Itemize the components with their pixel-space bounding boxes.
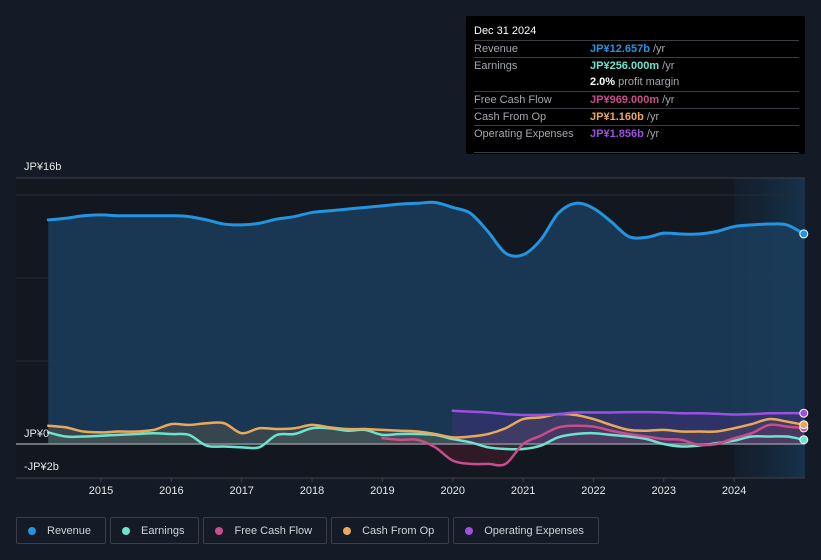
y-tick-label-top: JP¥16b bbox=[24, 161, 61, 173]
tooltip-value: JP¥1.856b /yr bbox=[590, 128, 660, 140]
tooltip-value: JP¥256.000m /yr bbox=[590, 60, 675, 72]
tooltip-value: JP¥969.000m /yr bbox=[590, 94, 675, 106]
tooltip-row-earnings: Earnings JP¥256.000m /yr bbox=[474, 57, 799, 75]
tooltip-label: Cash From Op bbox=[474, 111, 547, 123]
legend-label: Free Cash Flow bbox=[234, 524, 313, 537]
revenue-area bbox=[48, 202, 804, 444]
tooltip-label: Revenue bbox=[474, 43, 519, 55]
x-tick-label: 2023 bbox=[652, 485, 676, 497]
x-tick-label: 2017 bbox=[229, 485, 253, 497]
tooltip-label: Earnings bbox=[474, 60, 518, 72]
tooltip-date: Dec 31 2024 bbox=[474, 25, 537, 37]
earnings-dot-icon bbox=[122, 526, 131, 535]
tooltip-row-free-cash-flow: Free Cash Flow JP¥969.000m /yr bbox=[474, 91, 799, 109]
tooltip-row-profit-margin: 2.0% profit margin bbox=[474, 74, 799, 91]
x-tick-label: 2018 bbox=[300, 485, 324, 497]
legend-label: Cash From Op bbox=[362, 524, 435, 537]
operating-expenses-dot-icon bbox=[465, 526, 474, 535]
tooltip-divider bbox=[474, 152, 799, 153]
x-tick-label: 2022 bbox=[581, 485, 605, 497]
tooltip-value: JP¥1.160b /yr bbox=[590, 111, 660, 123]
x-tick-label: 2020 bbox=[441, 485, 465, 497]
tooltip-row-revenue: Revenue JP¥12.657b /yr bbox=[474, 40, 799, 58]
tooltip-value: JP¥12.657b /yr bbox=[590, 43, 666, 55]
tooltip-value: 2.0% profit margin bbox=[590, 76, 680, 88]
operating-expenses-end-marker bbox=[799, 408, 809, 418]
legend-label: Revenue bbox=[47, 524, 92, 537]
earnings-end-marker bbox=[799, 435, 809, 445]
tooltip-label: Operating Expenses bbox=[474, 128, 574, 140]
revenue-end-marker bbox=[799, 229, 809, 239]
data-tooltip: Dec 31 2024 Revenue JP¥12.657b /yr Earni… bbox=[466, 16, 805, 154]
x-tick-label: 2015 bbox=[89, 485, 113, 497]
legend-item-revenue[interactable]: Revenue bbox=[16, 517, 107, 544]
legend-label: Operating Expenses bbox=[484, 524, 584, 537]
legend-item-cash-from-op[interactable]: Cash From Op bbox=[331, 517, 450, 544]
x-tick-label: 2019 bbox=[370, 485, 394, 497]
x-tick-label: 2016 bbox=[159, 485, 183, 497]
y-tick-label-bottom: -JP¥2b bbox=[24, 461, 59, 473]
x-tick-label: 2024 bbox=[722, 485, 746, 497]
legend-item-operating-expenses[interactable]: Operating Expenses bbox=[453, 517, 599, 544]
revenue-dot-icon bbox=[28, 526, 36, 535]
tooltip-row-cash-from-op: Cash From Op JP¥1.160b /yr bbox=[474, 108, 799, 126]
legend-item-earnings[interactable]: Earnings bbox=[110, 517, 200, 544]
tooltip-row-operating-expenses: Operating Expenses JP¥1.856b /yr bbox=[474, 125, 799, 143]
legend-item-free-cash-flow[interactable]: Free Cash Flow bbox=[203, 517, 328, 544]
free-cash-flow-dot-icon bbox=[215, 526, 224, 535]
y-tick-label-zero: JP¥0 bbox=[24, 428, 49, 440]
cash-from-op-end-marker bbox=[799, 420, 809, 430]
legend-label: Earnings bbox=[141, 524, 185, 537]
tooltip-label: Free Cash Flow bbox=[474, 94, 552, 106]
x-tick-label: 2021 bbox=[511, 485, 535, 497]
chart-legend: Revenue Earnings Free Cash Flow Cash Fro… bbox=[16, 517, 599, 544]
cash-from-op-dot-icon bbox=[343, 526, 352, 535]
